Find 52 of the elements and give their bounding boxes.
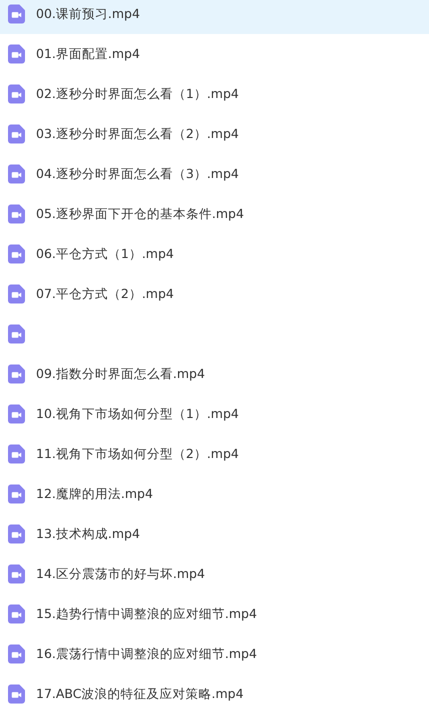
file-row[interactable]: 09.指数分时界面怎么看.mp4 [0,354,429,394]
video-file-icon [8,4,25,24]
video-file-icon [8,604,25,624]
video-file-icon [8,284,25,304]
file-row[interactable]: 02.逐秒分时界面怎么看（1）.mp4 [0,74,429,114]
video-file-icon [8,244,25,264]
video-file-icon [8,204,25,224]
file-name: 11.视角下市场如何分型（2）.mp4 [36,446,239,462]
file-name: 02.逐秒分时界面怎么看（1）.mp4 [36,86,239,102]
file-name: 17.ABC波浪的特征及应对策略.mp4 [36,686,244,702]
video-file-icon [8,524,25,544]
file-row[interactable]: 15.趋势行情中调整浪的应对细节.mp4 [0,594,429,634]
video-file-icon [8,324,25,344]
file-name: 15.趋势行情中调整浪的应对细节.mp4 [36,606,257,622]
video-file-icon [8,44,25,64]
file-name: 04.逐秒分时界面怎么看（3）.mp4 [36,166,239,182]
video-file-icon [8,564,25,584]
file-row[interactable]: 01.界面配置.mp4 [0,34,429,74]
file-row[interactable]: 00.课前预习.mp4 [0,0,429,34]
file-row[interactable]: 03.逐秒分时界面怎么看（2）.mp4 [0,114,429,154]
file-row[interactable]: 16.震荡行情中调整浪的应对细节.mp4 [0,634,429,674]
file-name: 07.平仓方式（2）.mp4 [36,286,174,302]
file-row[interactable]: 14.区分震荡市的好与坏.mp4 [0,554,429,594]
video-file-icon [8,684,25,704]
video-file-icon [8,364,25,384]
file-row[interactable]: 05.逐秒界面下开仓的基本条件.mp4 [0,194,429,234]
video-file-icon [8,404,25,424]
file-name: 03.逐秒分时界面怎么看（2）.mp4 [36,126,239,142]
video-file-icon [8,484,25,504]
video-file-icon [8,444,25,464]
file-row[interactable]: 12.魔牌的用法.mp4 [0,474,429,514]
file-row[interactable]: 10.视角下市场如何分型（1）.mp4 [0,394,429,434]
video-file-icon [8,124,25,144]
video-file-icon [8,84,25,104]
file-name: 01.界面配置.mp4 [36,46,140,62]
file-row[interactable]: 11.视角下市场如何分型（2）.mp4 [0,434,429,474]
file-row[interactable]: 06.平仓方式（1）.mp4 [0,234,429,274]
file-row[interactable]: 13.技术构成.mp4 [0,514,429,554]
file-row[interactable]: 07.平仓方式（2）.mp4 [0,274,429,314]
file-name: 16.震荡行情中调整浪的应对细节.mp4 [36,646,257,662]
file-row[interactable]: 17.ABC波浪的特征及应对策略.mp4 [0,674,429,704]
file-name: 05.逐秒界面下开仓的基本条件.mp4 [36,206,244,222]
file-row[interactable]: 04.逐秒分时界面怎么看（3）.mp4 [0,154,429,194]
file-name: 14.区分震荡市的好与坏.mp4 [36,566,205,582]
file-name: 13.技术构成.mp4 [36,526,140,542]
file-name: 10.视角下市场如何分型（1）.mp4 [36,406,239,422]
file-name: 12.魔牌的用法.mp4 [36,486,153,502]
video-file-icon [8,164,25,184]
video-file-icon [8,644,25,664]
file-name: 00.课前预习.mp4 [36,6,140,22]
file-name: 06.平仓方式（1）.mp4 [36,246,174,262]
file-name: 09.指数分时界面怎么看.mp4 [36,366,205,382]
